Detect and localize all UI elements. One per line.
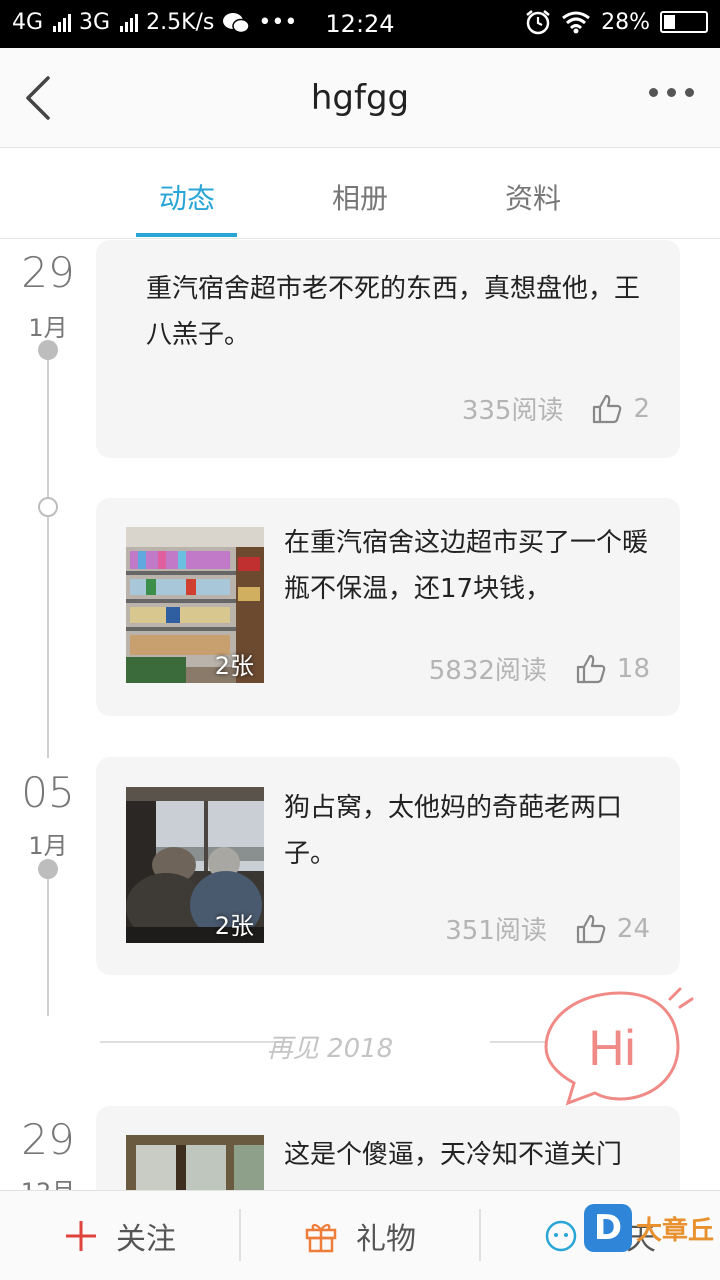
tab-bar: 动态 相册 资料	[0, 149, 720, 239]
year-divider-label: 再见 2018	[266, 1034, 394, 1064]
post-text: 在重汽宿舍这边超市买了一个暖瓶不保温，还17块钱，	[284, 528, 649, 604]
like-button[interactable]: 2	[591, 393, 650, 425]
post-stats: 5832阅读 18	[429, 650, 650, 687]
page-title: hgfgg	[310, 78, 410, 118]
post-card[interactable]: 重汽宿舍超市老不死的东西，真想盘他，王八羔子。 335阅读 2	[96, 240, 680, 458]
post-date-day: 29	[21, 1115, 75, 1164]
timeline-dot	[38, 340, 58, 360]
battery-percent: 28%	[601, 9, 650, 35]
post-date-month: 12月	[0, 1172, 96, 1190]
app-header: hgfgg	[0, 48, 720, 148]
tab-active-indicator	[136, 233, 237, 237]
thumbs-up-icon	[576, 914, 606, 943]
thumbs-up-icon	[576, 654, 606, 683]
post-photo-supermarket[interactable]: 2张	[126, 527, 264, 683]
read-count: 5832阅读	[428, 656, 547, 686]
post-text: 这是个傻逼，天冷知不道关门	[284, 1140, 623, 1170]
post-card[interactable]: 2张 在重汽宿舍这边超市买了一个暖瓶不保温，还17块钱， 5832阅读 18	[96, 498, 680, 716]
post-date-day: 05	[21, 768, 75, 817]
alarm-icon	[526, 10, 550, 35]
follow-label: 关注	[116, 1222, 176, 1257]
like-button[interactable]: 24	[575, 913, 650, 945]
wifi-icon	[562, 11, 591, 34]
post-feed[interactable]: 29 1月 重汽宿舍超市老不死的东西，真想盘他，王八羔子。 335阅读 2 2张…	[0, 240, 720, 1190]
tab-dynamics[interactable]: 动态	[137, 177, 237, 217]
hi-greeting-bubble[interactable]: Hi	[540, 985, 700, 1115]
post-card[interactable]: 2张 狗占窝，太他妈的奇葩老两口子。 351阅读 24	[96, 757, 680, 975]
timeline-dot	[38, 497, 58, 517]
more-options-icon[interactable]	[649, 88, 694, 97]
year-divider: 再见 2018	[100, 1028, 560, 1064]
thumbs-up-icon	[593, 394, 622, 423]
post-text: 重汽宿舍超市老不死的东西，真想盘他，王八羔子。	[146, 274, 641, 350]
chat-icon	[545, 1220, 577, 1252]
read-count: 335阅读	[461, 396, 564, 426]
hi-bubble-text: Hi	[588, 1020, 635, 1076]
watermark-logo-badge: D	[583, 1204, 632, 1252]
timeline-line	[47, 350, 49, 758]
like-count: 24	[616, 913, 650, 944]
gift-icon	[305, 1224, 337, 1253]
timeline-line	[47, 870, 49, 1016]
timeline-dot	[38, 859, 58, 879]
like-count: 2	[633, 393, 650, 424]
post-photo-bus[interactable]: 2张	[126, 787, 264, 943]
post-text: 狗占窝，太他妈的奇葩老两口子。	[284, 793, 623, 869]
follow-button[interactable]: 关注	[0, 1191, 240, 1280]
photo-count-badge: 2张	[214, 652, 254, 680]
watermark-logo: D 大章丘	[583, 1204, 714, 1252]
tab-album[interactable]: 相册	[310, 177, 410, 217]
read-count: 351阅读	[445, 916, 547, 946]
post-date-month: 1月	[28, 314, 68, 342]
gift-label: 礼物	[356, 1222, 416, 1257]
post-photo-door[interactable]	[126, 1135, 264, 1190]
doorway-image	[126, 1135, 264, 1190]
like-count: 18	[616, 653, 650, 684]
post-stats: 351阅读 24	[445, 910, 650, 947]
battery-icon	[660, 11, 708, 33]
plus-icon	[66, 1221, 96, 1251]
post-date-day: 29	[21, 248, 75, 297]
gift-button[interactable]: 礼物	[240, 1191, 480, 1280]
watermark-text: 大章丘	[635, 1215, 714, 1246]
like-button[interactable]: 18	[575, 653, 650, 685]
post-card[interactable]: 这是个傻逼，天冷知不道关门	[96, 1106, 680, 1190]
post-stats: 335阅读 2	[462, 390, 650, 427]
photo-count-badge: 2张	[214, 912, 254, 940]
tab-profile[interactable]: 资料	[483, 177, 583, 217]
status-bar: 4G 3G 2.5K/s ••• 12:24 28%	[0, 0, 720, 48]
post-date-month: 1月	[28, 832, 68, 860]
